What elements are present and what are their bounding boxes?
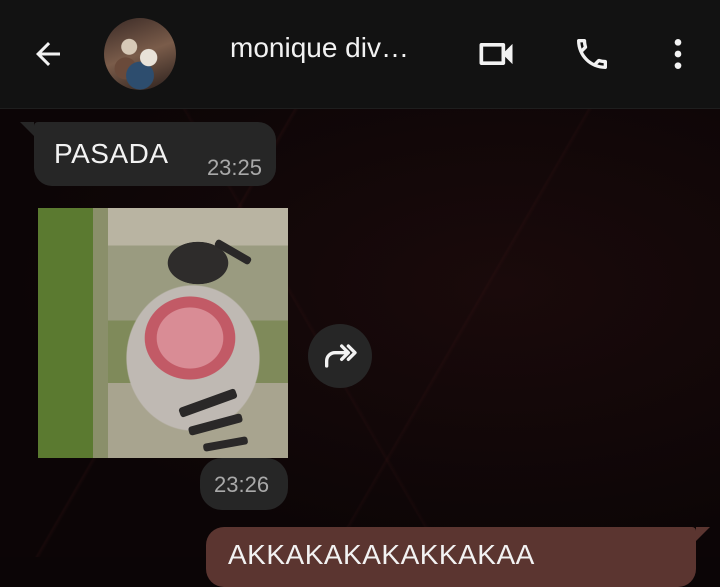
back-arrow-icon	[36, 42, 60, 66]
message-text: AKKAKAKAKAKKAKAA	[228, 539, 535, 570]
incoming-message-bubble[interactable]: PASADA 23:25	[20, 122, 276, 186]
image-timestamp: 23:26	[200, 458, 288, 510]
forward-icon	[325, 344, 357, 368]
message-time: 23:26	[214, 472, 270, 497]
contact-avatar[interactable]	[104, 18, 176, 90]
forward-button[interactable]	[308, 324, 372, 388]
phone-icon	[577, 39, 607, 69]
message-text: PASADA	[54, 138, 169, 169]
video-call-button[interactable]	[470, 28, 522, 80]
chat-header: monique div…	[0, 0, 720, 109]
more-options-button[interactable]	[652, 28, 704, 80]
image-message[interactable]	[38, 208, 288, 458]
contact-name[interactable]: monique div…	[230, 28, 440, 68]
more-vert-icon	[674, 39, 682, 69]
back-button[interactable]	[24, 30, 72, 78]
message-time: 23:25	[206, 155, 262, 180]
outgoing-message-bubble[interactable]: AKKAKAKAKAKKAKAA	[206, 527, 710, 587]
voice-call-button[interactable]	[566, 28, 618, 80]
video-call-icon	[479, 43, 513, 65]
